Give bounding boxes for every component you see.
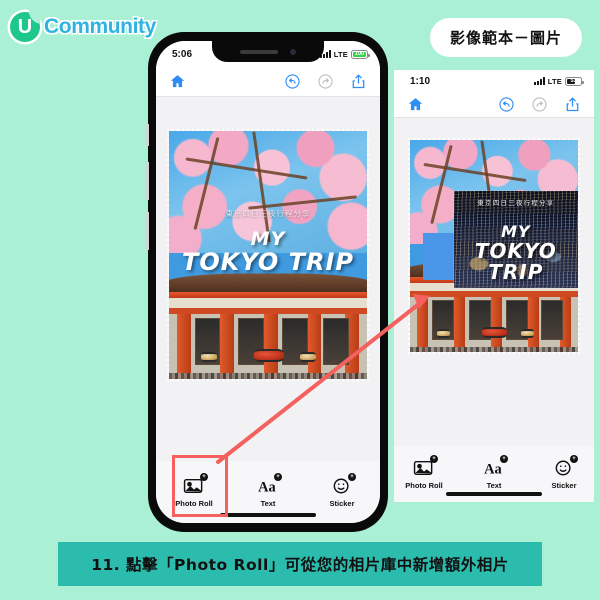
design-canvas-left[interactable]: 東京四日三夜行程分享 MY TOKYO TRIP [167,129,369,381]
signal-bars-icon [533,77,545,85]
design-canvas-right[interactable]: 東京四日三夜行程分享 MY TOKYO TRIP [408,138,580,354]
tool-text-left[interactable]: Aa + Text [244,472,292,508]
status-indicators: LTE 53 [533,76,584,86]
status-bar-right: 1:10 LTE 53 [394,70,594,92]
phone-mute-switch [146,124,149,146]
bottom-toolbar-right: + Photo Roll Aa + Text + Sticker [394,446,594,502]
add-badge: + [274,472,282,481]
inserted-handwritten-subtitle: 東京四日三夜行程分享 [477,198,555,207]
home-icon[interactable] [169,73,186,90]
add-badge: + [500,454,508,463]
logo-letter: U [17,16,33,38]
earpiece-speaker [240,49,278,54]
text-icon: Aa + [483,454,508,477]
bottom-toolbar-left: + Photo Roll Aa + Text + Sticker [156,455,380,523]
network-type-label: LTE [547,76,562,86]
home-icon[interactable] [407,96,424,113]
sticker-icon: + [553,454,578,477]
redo-icon[interactable] [531,96,548,113]
selection-handles-left[interactable] [167,129,369,381]
tool-label: Text [486,480,502,490]
phone-mockup-left: 5:06 LTE 100 東京四日三夜行程分享 MY TOKYO TRIP + … [146,32,388,532]
status-indicators: LTE 100 [319,49,370,59]
add-badge: + [348,472,356,481]
canvas-area-left: 東京四日三夜行程分享 MY TOKYO TRIP [156,97,380,461]
tool-label: Photo Roll [405,480,443,490]
text-icon: Aa + [257,472,282,495]
tool-sticker-left[interactable]: + Sticker [318,472,366,508]
share-icon[interactable] [564,96,581,113]
editor-toolbar-right [394,92,594,118]
editor-toolbar-left [156,67,380,97]
tool-label: Sticker [551,480,577,490]
home-indicator [220,513,316,517]
tool-sticker-right[interactable]: + Sticker [540,454,588,490]
template-category-badge: 影像範本－圖片 [429,18,582,57]
tool-label: Sticker [329,498,355,508]
result-screenshot-right: 1:10 LTE 53 東京四日三夜行程分享 MY TOKYO TRIP + P… [394,70,594,502]
redo-icon[interactable] [317,73,334,90]
svg-text:Aa: Aa [484,461,502,477]
battery-level-label: 100 [354,50,365,57]
instruction-caption: 11. 點擊「Photo Roll」可從您的相片庫中新增額外相片 [58,542,542,586]
share-icon[interactable] [350,73,367,90]
phone-volume-down-button [146,212,149,250]
u-logo-icon: U [10,12,40,42]
home-indicator [446,492,542,496]
logo-wordmark: Community [44,15,156,38]
inserted-title: MY TOKYO TRIP [454,223,578,284]
tool-photo-roll-right[interactable]: + Photo Roll [400,454,448,490]
tool-text-right[interactable]: Aa + Text [470,454,518,490]
svg-text:Aa: Aa [258,479,276,495]
undo-icon[interactable] [498,96,515,113]
add-badge: + [430,454,438,463]
front-camera [290,48,296,55]
inserted-night-city-photo[interactable]: 東京四日三夜行程分享 MY TOKYO TRIP [453,190,578,289]
canvas-area-right: 東京四日三夜行程分享 MY TOKYO TRIP [394,118,594,446]
battery-icon: 100 [351,49,370,59]
status-time: 1:10 [410,75,431,87]
phone-notch [212,41,324,62]
battery-icon: 53 [565,76,584,86]
title-line-2: TOKYO TRIP [474,238,557,284]
brand-logo: U Community [10,12,156,42]
battery-level-label: 53 [570,77,577,84]
status-time: 5:06 [172,48,193,60]
network-type-label: LTE [333,49,348,59]
phone-screen-left: 5:06 LTE 100 東京四日三夜行程分享 MY TOKYO TRIP + … [156,41,380,523]
add-badge: + [570,454,578,463]
undo-icon[interactable] [284,73,301,90]
sticker-icon: + [331,472,356,495]
photo-roll-highlight-box [172,455,228,517]
phone-volume-up-button [146,162,149,200]
tool-label: Text [260,498,276,508]
photo-roll-icon: + [413,454,438,477]
